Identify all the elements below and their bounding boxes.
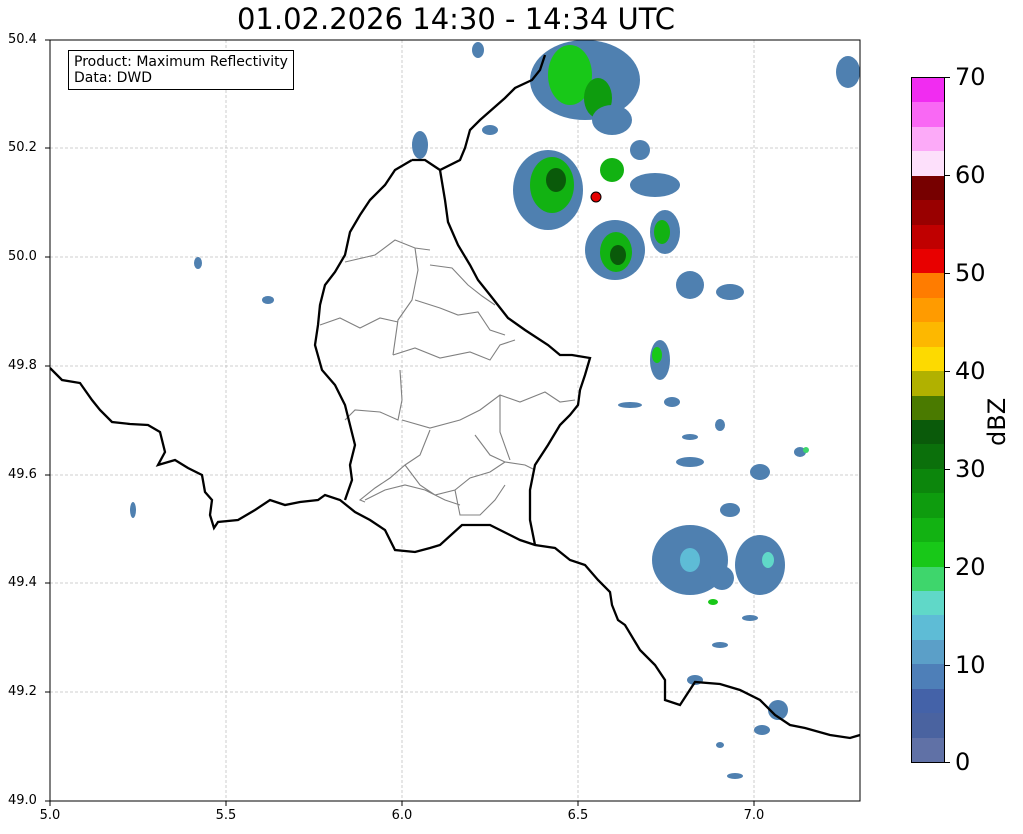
colorbar-unit-label: dBZ (983, 397, 1011, 446)
colorbar-tick (945, 77, 950, 78)
x-tick-label: 6.5 (567, 808, 589, 823)
colorbar-segment (912, 517, 944, 543)
x-tick-label: 5.5 (215, 808, 237, 823)
y-tick-label: 49.8 (8, 358, 37, 373)
colorbar-segment (912, 78, 944, 103)
colorbar-segment (912, 444, 944, 470)
district-lines (319, 239, 576, 516)
colorbar-label: 60 (955, 161, 986, 189)
colorbar-segment (912, 346, 944, 372)
colorbar-segment (912, 688, 944, 714)
colorbar (911, 77, 945, 763)
colorbar-segment (912, 126, 944, 152)
echo-cluster-middle (618, 340, 809, 480)
radar-map[interactable] (0, 0, 1023, 834)
colorbar-segment (912, 615, 944, 641)
x-tick-label: 7.0 (743, 808, 765, 823)
colorbar-label: 10 (955, 651, 986, 679)
colorbar-segment (912, 591, 944, 616)
colorbar-label: 40 (955, 357, 986, 385)
colorbar-tick (945, 762, 950, 763)
colorbar-segment (912, 713, 944, 739)
product-info-box: Product: Maximum Reflectivity Data: DWD (68, 50, 294, 90)
colorbar-label: 70 (955, 63, 986, 91)
colorbar-segment (912, 420, 944, 445)
colorbar-segment (912, 395, 944, 421)
colorbar-segment (912, 200, 944, 226)
y-tick-label: 49.0 (8, 793, 37, 808)
x-tick-label: 6.0 (391, 808, 413, 823)
y-tick-label: 50.0 (8, 249, 37, 264)
echo-cluster-north (412, 40, 860, 300)
colorbar-tick (945, 469, 950, 470)
x-tick-label: 5.0 (39, 808, 61, 823)
grid-lines (50, 40, 860, 801)
radar-echoes (130, 40, 860, 779)
borders (50, 54, 860, 740)
colorbar-segment (912, 102, 944, 128)
y-tick-label: 49.4 (8, 575, 37, 590)
colorbar-segment (912, 542, 944, 568)
echo-cluster-south (130, 257, 788, 779)
data-source-label: Data: DWD (74, 70, 152, 86)
colorbar-label: 0 (955, 748, 971, 776)
colorbar-segment (912, 151, 944, 177)
y-tick-label: 49.6 (8, 467, 37, 482)
y-tick-label: 50.4 (8, 32, 37, 47)
colorbar-segment (912, 322, 944, 348)
luxembourg-border (313, 54, 592, 546)
colorbar-label: 50 (955, 259, 986, 287)
y-tick-label: 50.2 (8, 140, 37, 155)
colorbar-segment (912, 639, 944, 665)
colorbar-segment (912, 493, 944, 519)
colorbar-segment (912, 175, 944, 201)
colorbar-tick (945, 567, 950, 568)
colorbar-tick (945, 273, 950, 274)
colorbar-label: 20 (955, 553, 986, 581)
colorbar-segment (912, 249, 944, 274)
colorbar-segment (912, 371, 944, 397)
product-label: Product: Maximum Reflectivity (74, 54, 288, 70)
colorbar-tick (945, 371, 950, 372)
colorbar-tick (945, 665, 950, 666)
colorbar-segment (912, 566, 944, 592)
colorbar-segment (912, 273, 944, 299)
colorbar-segment (912, 664, 944, 690)
y-tick-label: 49.2 (8, 684, 37, 699)
colorbar-tick (945, 175, 950, 176)
colorbar-segment (912, 737, 944, 763)
radar-location-marker[interactable] (590, 191, 602, 203)
colorbar-segment (912, 468, 944, 494)
colorbar-segment (912, 297, 944, 323)
colorbar-segment (912, 224, 944, 250)
plot-frame (49, 39, 861, 802)
colorbar-label: 30 (955, 455, 986, 483)
